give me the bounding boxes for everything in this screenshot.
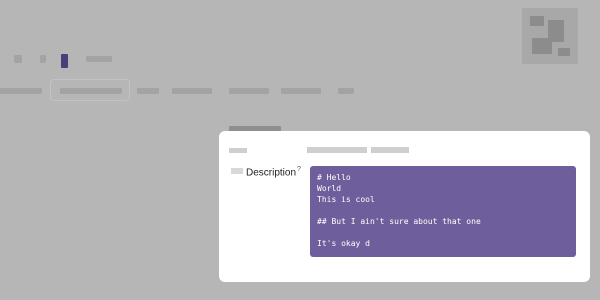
redacted-tab-label (338, 88, 354, 94)
redacted-tab-label (229, 88, 269, 94)
redacted-avatar-thumbnail (522, 8, 578, 64)
editor-line: This is cool (317, 195, 375, 204)
redacted-row-label (229, 148, 247, 153)
editor-line: World (317, 184, 342, 193)
redacted-label-prefix (231, 168, 243, 174)
redacted-row-value (307, 147, 367, 153)
editor-line: ## But I ain't sure about that one (317, 217, 481, 226)
description-card: Description? # Hello World This is cool … (219, 131, 590, 282)
redacted-header-text (40, 55, 46, 63)
redacted-row-value (371, 147, 409, 153)
description-field-label: Description? (246, 166, 301, 178)
description-label-text: Description (246, 167, 297, 179)
redacted-header-marker (61, 54, 68, 68)
redacted-header-text (86, 56, 112, 62)
redacted-tab-label (137, 88, 159, 94)
redacted-tab-label (0, 88, 42, 94)
redacted-header-text (14, 55, 22, 63)
redacted-tab-label (281, 88, 321, 94)
question-mark-icon[interactable]: ? (297, 166, 301, 173)
editor-line: # Hello (317, 173, 351, 182)
editor-line: It's okay d (317, 239, 370, 248)
redacted-tab-label (60, 88, 122, 94)
redacted-tab-label (172, 88, 212, 94)
description-editor[interactable]: # Hello World This is cool ## But I ain'… (310, 166, 576, 257)
